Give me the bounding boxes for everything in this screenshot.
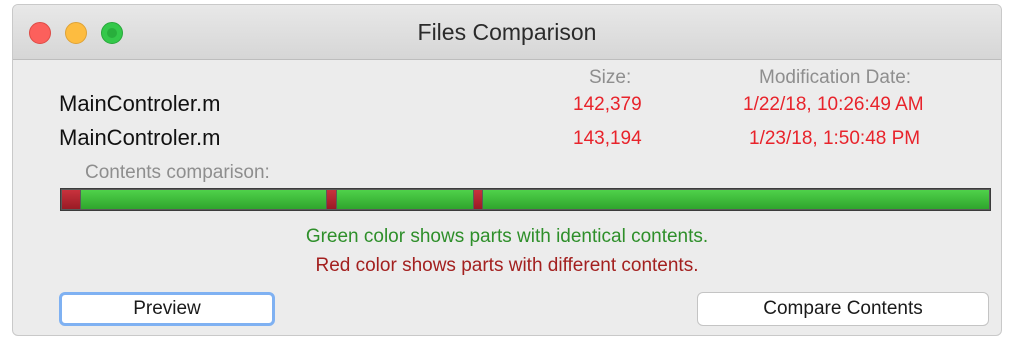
file-name-1: MainControler.m xyxy=(59,91,221,116)
title-bar: Files Comparison xyxy=(13,5,1001,60)
identical-segment xyxy=(482,190,989,209)
preview-button[interactable]: Preview xyxy=(59,292,275,326)
different-segment xyxy=(62,190,81,209)
contents-comparison-bar xyxy=(60,188,991,211)
legend-different: Red color shows parts with different con… xyxy=(315,255,699,276)
legend-identical: Green color shows parts with identical c… xyxy=(305,226,709,247)
file-date-1: 1/22/18, 10:26:49 AM xyxy=(743,94,924,115)
file-size-1: 142,379 xyxy=(573,94,642,115)
window-title: Files Comparison xyxy=(417,19,597,45)
identical-segment xyxy=(81,190,326,209)
file-name-2: MainControler.m xyxy=(59,125,221,150)
file-size-2: 143,194 xyxy=(573,128,642,149)
file-date-2: 1/23/18, 1:50:48 PM xyxy=(749,128,921,149)
files-comparison-window: Files Comparison Size: Modification Date… xyxy=(12,4,1002,336)
contents-comparison-label: Contents comparison: xyxy=(85,162,270,183)
size-header: Size: xyxy=(589,67,632,88)
modification-date-header: Modification Date: xyxy=(759,67,912,88)
compare-contents-button[interactable]: Compare Contents xyxy=(697,292,989,326)
identical-segment xyxy=(336,190,474,209)
different-segment xyxy=(326,190,336,209)
different-segment xyxy=(474,190,482,209)
